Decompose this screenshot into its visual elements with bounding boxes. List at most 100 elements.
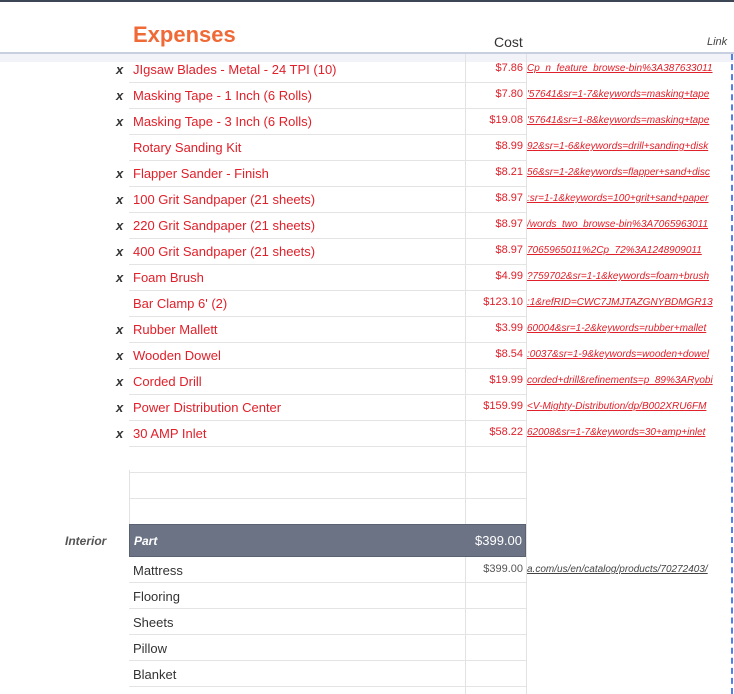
item-cost-cell[interactable]: $58.22 <box>489 426 523 438</box>
expense-row[interactable]: x Power Distribution Center $159.99 <V-Migh… <box>0 395 734 421</box>
item-name-cell[interactable]: Power Distribution Center <box>133 400 281 415</box>
item-cost-cell[interactable]: $8.97 <box>495 244 523 256</box>
item-name-cell[interactable]: Wooden Dowel <box>133 348 221 363</box>
expense-row[interactable]: x Masking Tape - 3 Inch (6 Rolls) $19.08 '5… <box>0 109 734 135</box>
item-link-cell[interactable]: corded+drill&refinements=p_89%3ARyobi <box>527 375 729 386</box>
item-name-cell[interactable]: Masking Tape - 3 Inch (6 Rolls) <box>133 114 312 129</box>
item-link-cell[interactable]: 62008&sr=1-7&keywords=30+amp+inlet <box>527 427 729 438</box>
item-name-cell[interactable]: Corded Drill <box>133 374 202 389</box>
item-link-cell[interactable]: /words_two_browse-bin%3A7065963011 <box>527 219 729 230</box>
interior-item-link-text[interactable]: a.com/us/en/catalog/products/70272403/ <box>527 564 708 575</box>
item-name-cell[interactable]: 400 Grit Sandpaper (21 sheets) <box>133 244 315 259</box>
expense-row[interactable]: x 100 Grit Sandpaper (21 sheets) $8.97:sr=… <box>0 187 734 213</box>
item-link-text[interactable]: 7065965011%2Cp_72%3A1248909011 <box>527 245 702 256</box>
item-name-cell[interactable]: 30 AMP Inlet <box>133 426 206 441</box>
item-link-cell[interactable]: Cp_n_feature_browse-bin%3A387633011 <box>527 63 729 74</box>
item-link-text[interactable]: '57641&sr=1-8&keywords=masking+tape <box>527 115 709 126</box>
expense-row[interactable]: x Rubber Mallett $3.99 60004&sr=1-2&keyword… <box>0 317 734 343</box>
interior-row[interactable]: Blanket <box>0 661 734 687</box>
item-cost-cell[interactable]: $123.10 <box>483 296 523 308</box>
item-link-cell[interactable]: '57641&sr=1-7&keywords=masking+tape <box>527 89 729 100</box>
expense-row[interactable]: x 220 Grit Sandpaper (21 sheets) $8.97/wor… <box>0 213 734 239</box>
interior-item-link[interactable]: a.com/us/en/catalog/products/70272403/ <box>527 564 729 575</box>
interior-row[interactable]: Mattress $399.00 a.com/us/en/catalog/produ… <box>0 557 734 583</box>
item-cost-cell[interactable]: $7.80 <box>495 88 523 100</box>
interior-item-cost[interactable]: $399.00 <box>483 563 523 575</box>
item-link-cell[interactable]: ?759702&sr=1-1&keywords=foam+brush <box>527 271 729 282</box>
item-link-text[interactable]: 62008&sr=1-7&keywords=30+amp+inlet <box>527 427 705 438</box>
item-name-cell[interactable]: 100 Grit Sandpaper (21 sheets) <box>133 192 315 207</box>
item-link-text[interactable]: corded+drill&refinements=p_89%3ARyobi <box>527 375 713 386</box>
cost-column-header: Cost <box>494 34 523 50</box>
item-link-text[interactable]: :sr=1-1&keywords=100+grit+sand+paper <box>527 193 709 204</box>
interior-item-name[interactable]: Blanket <box>133 667 176 682</box>
interior-row[interactable]: Flooring <box>0 583 734 609</box>
item-link-text[interactable]: <V-Mighty-Distribution/dp/B002XRU6FM <box>527 401 706 412</box>
item-name-cell[interactable]: 220 Grit Sandpaper (21 sheets) <box>133 218 315 233</box>
item-link-cell[interactable]: :1&refRID=CWC7JMJTAZGNYBDMGR13 <box>527 297 729 308</box>
item-name-cell[interactable]: Masking Tape - 1 Inch (6 Rolls) <box>133 88 312 103</box>
purchased-mark: x <box>116 114 124 129</box>
item-cost-cell[interactable]: $8.97 <box>495 192 523 204</box>
purchased-mark: x <box>116 244 124 259</box>
purchased-mark: x <box>116 400 124 415</box>
item-link-text[interactable]: :1&refRID=CWC7JMJTAZGNYBDMGR13 <box>527 297 713 308</box>
part-header-label: Part <box>134 534 158 548</box>
item-cost-cell[interactable]: $159.99 <box>483 400 523 412</box>
item-name-cell[interactable]: Foam Brush <box>133 270 204 285</box>
item-link-cell[interactable]: 92&sr=1-6&keywords=drill+sanding+disk <box>527 141 729 152</box>
item-name-cell[interactable]: Rotary Sanding Kit <box>133 140 241 155</box>
purchased-mark: x <box>116 62 124 77</box>
expense-row[interactable]: Rotary Sanding Kit $8.99 92&sr=1-6&keyword… <box>0 135 734 161</box>
item-cost-cell[interactable]: $19.08 <box>489 114 523 126</box>
item-link-cell[interactable]: <V-Mighty-Distribution/dp/B002XRU6FM <box>527 401 729 412</box>
interior-row[interactable]: Sheets <box>0 609 734 635</box>
item-link-text[interactable]: Cp_n_feature_browse-bin%3A387633011 <box>527 63 713 74</box>
expense-row[interactable] <box>0 473 734 499</box>
purchased-mark: x <box>116 270 124 285</box>
interior-item-name[interactable]: Sheets <box>133 615 173 630</box>
item-name-cell[interactable]: Rubber Mallett <box>133 322 218 337</box>
item-link-text[interactable]: 60004&sr=1-2&keywords=rubber+mallet <box>527 323 706 334</box>
item-name-cell[interactable]: Bar Clamp 6' (2) <box>133 296 227 311</box>
item-link-text[interactable]: /words_two_browse-bin%3A7065963011 <box>527 219 708 230</box>
item-cost-cell[interactable]: $8.54 <box>495 348 523 360</box>
expense-row[interactable]: x Foam Brush $4.99 ?759702&sr=1-1&keywords=… <box>0 265 734 291</box>
item-cost-cell[interactable]: $19.99 <box>489 374 523 386</box>
item-cost-cell[interactable]: $8.97 <box>495 218 523 230</box>
item-link-text[interactable]: 56&sr=1-2&keywords=flapper+sand+disc <box>527 167 710 178</box>
item-link-cell[interactable]: :0037&sr=1-9&keywords=wooden+dowel <box>527 349 729 360</box>
expense-row[interactable] <box>0 499 734 525</box>
expense-row[interactable]: Bar Clamp 6' (2) $123.10 :1&refRID=CWC7JMJ… <box>0 291 734 317</box>
item-cost-cell[interactable]: $3.99 <box>495 322 523 334</box>
expense-row[interactable]: x 30 AMP Inlet $58.22 62008&sr=1-7&keywords… <box>0 421 734 447</box>
item-name-cell[interactable]: Flapper Sander - Finish <box>133 166 269 181</box>
interior-item-name[interactable]: Mattress <box>133 563 183 578</box>
expense-row[interactable]: x Masking Tape - 1 Inch (6 Rolls) $7.80 '57… <box>0 83 734 109</box>
item-link-cell[interactable]: :sr=1-1&keywords=100+grit+sand+paper <box>527 193 729 204</box>
item-cost-cell[interactable]: $8.21 <box>495 166 523 178</box>
expense-row[interactable]: x Flapper Sander - Finish $8.21 56&sr=1-2&k… <box>0 161 734 187</box>
item-link-cell[interactable]: 56&sr=1-2&keywords=flapper+sand+disc <box>527 167 729 178</box>
interior-item-name[interactable]: Flooring <box>133 589 180 604</box>
expense-row[interactable]: x 400 Grit Sandpaper (21 sheets) $8.97 7065… <box>0 239 734 265</box>
part-header-row[interactable]: Part $399.00 <box>129 524 526 557</box>
item-cost-cell[interactable]: $4.99 <box>495 270 523 282</box>
item-link-text[interactable]: '57641&sr=1-7&keywords=masking+tape <box>527 89 709 100</box>
item-link-cell[interactable]: '57641&sr=1-8&keywords=masking+tape <box>527 115 729 126</box>
item-link-cell[interactable]: 7065965011%2Cp_72%3A1248909011 <box>527 245 729 256</box>
link-column-header: Link <box>707 36 728 48</box>
item-link-text[interactable]: 92&sr=1-6&keywords=drill+sanding+disk <box>527 141 708 152</box>
interior-row[interactable]: Pillow <box>0 635 734 661</box>
expense-row[interactable]: x Corded Drill $19.99 corded+drill&refineme… <box>0 369 734 395</box>
item-cost-cell[interactable]: $8.99 <box>495 140 523 152</box>
expense-row[interactable]: x Wooden Dowel $8.54:0037&sr=1-9&keywords=… <box>0 343 734 369</box>
item-link-text[interactable]: ?759702&sr=1-1&keywords=foam+brush <box>527 271 709 282</box>
item-cost-cell[interactable]: $7.86 <box>495 62 523 74</box>
item-name-cell[interactable]: JIgsaw Blades - Metal - 24 TPI (10) <box>133 62 337 77</box>
item-link-cell[interactable]: 60004&sr=1-2&keywords=rubber+mallet <box>527 323 729 334</box>
interior-item-name[interactable]: Pillow <box>133 641 167 656</box>
expense-row[interactable] <box>0 447 734 473</box>
item-link-text[interactable]: :0037&sr=1-9&keywords=wooden+dowel <box>527 349 709 360</box>
expense-row[interactable]: x JIgsaw Blades - Metal - 24 TPI (10) $7.8… <box>0 57 734 83</box>
